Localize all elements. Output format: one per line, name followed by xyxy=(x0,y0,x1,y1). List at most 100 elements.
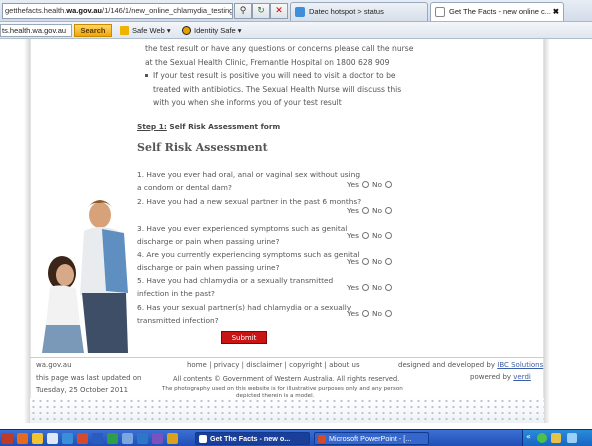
designer-link[interactable]: IBC Solutions xyxy=(497,361,543,369)
powerpoint-icon xyxy=(318,435,326,443)
footer-link-copyright[interactable]: copyright xyxy=(289,361,322,369)
no-label: No xyxy=(371,257,382,266)
excel-icon[interactable] xyxy=(107,433,118,444)
answer-4: Yes No xyxy=(347,257,395,266)
paint-icon[interactable] xyxy=(167,433,178,444)
footer-designed: designed and developed by IBC Solutions xyxy=(398,361,543,369)
submit-button[interactable]: Submit xyxy=(221,331,267,344)
footer-disclaimer-1: The photography used on this website is … xyxy=(162,386,403,392)
app-icon[interactable] xyxy=(152,433,163,444)
media-icon[interactable] xyxy=(122,433,133,444)
answer-1: Yes No xyxy=(347,180,395,189)
footer-link-about-us[interactable]: about us xyxy=(329,361,360,369)
network-icon[interactable] xyxy=(537,433,547,443)
firefox-icon[interactable] xyxy=(17,433,28,444)
security-icon[interactable] xyxy=(551,433,561,443)
info-text: the test result or have any questions or… xyxy=(145,42,415,110)
powered-prefix: powered by xyxy=(470,373,514,381)
address-path: /1/146/1/new_online_chlamydia_testing.pm xyxy=(102,6,233,15)
identity-safe-label: Identity Safe ▾ xyxy=(194,26,242,35)
page-icon xyxy=(199,435,207,443)
radio-yes-4[interactable] xyxy=(361,258,369,265)
tab-label: Get The Facts - new online c... xyxy=(449,7,551,16)
safe-web-label: Safe Web ▾ xyxy=(132,26,171,35)
close-tab-icon[interactable]: ✖ xyxy=(553,3,559,21)
windows-taskbar: Get The Facts - new o... Microsoft Power… xyxy=(0,429,592,446)
address-domain: wa.gov.au xyxy=(66,6,102,15)
powered-link[interactable]: verdi xyxy=(513,373,531,381)
start-icon[interactable] xyxy=(2,433,13,444)
toolbar: ts.health.wa.gov.au Search Safe Web ▾ Id… xyxy=(0,22,592,39)
toolbar-search-input[interactable]: ts.health.wa.gov.au xyxy=(0,24,72,37)
search-icon[interactable]: ⚲ xyxy=(234,3,252,19)
boy-jacket xyxy=(102,229,128,293)
question-1: 1. Have you ever had oral, anal or vagin… xyxy=(137,170,361,192)
yes-label: Yes xyxy=(347,180,359,189)
info-bullet: If your test result is positive you will… xyxy=(145,69,415,110)
refresh-icon[interactable]: ↻ xyxy=(252,3,270,19)
step-title: Self Risk Assessment form xyxy=(166,122,281,131)
footer-link-privacy[interactable]: privacy xyxy=(214,361,240,369)
stop-icon[interactable]: ✕ xyxy=(270,3,288,19)
step-heading: Step 1: Self Risk Assessment form xyxy=(137,122,280,131)
question-2: 2. Have you had a new sexual partner in … xyxy=(137,197,362,206)
panel-shadow-right xyxy=(544,39,550,423)
radio-no-1[interactable] xyxy=(385,181,392,188)
task-label: Get The Facts - new o... xyxy=(210,434,291,443)
radio-no-5[interactable] xyxy=(385,284,392,291)
footer-powered: powered by verdi xyxy=(470,373,531,381)
tab-get-the-facts[interactable]: Get The Facts - new online c... ✖ xyxy=(430,2,564,21)
radio-yes-3[interactable] xyxy=(361,232,369,239)
toolbar-search-button[interactable]: Search xyxy=(74,24,112,37)
radio-no-4[interactable] xyxy=(385,258,392,265)
yes-label: Yes xyxy=(347,283,359,292)
info-paragraph: the test result or have any questions or… xyxy=(145,44,414,67)
radio-yes-5[interactable] xyxy=(361,284,369,291)
address-bar[interactable]: getthefacts.health.wa.gov.au/1/146/1/new… xyxy=(2,3,233,19)
tab-datec[interactable]: Datec hotspot > status xyxy=(290,2,428,21)
boy-face xyxy=(89,202,111,228)
no-label: No xyxy=(371,180,382,189)
face-shape xyxy=(56,264,74,286)
volume-icon[interactable] xyxy=(567,433,577,443)
yes-label: Yes xyxy=(347,309,359,318)
skype-icon[interactable] xyxy=(137,433,148,444)
radio-no-2[interactable] xyxy=(385,207,392,214)
task-get-the-facts[interactable]: Get The Facts - new o... xyxy=(195,432,310,445)
ie-icon[interactable] xyxy=(62,433,73,444)
footer-separator: | xyxy=(284,361,287,369)
tray-expand-icon[interactable]: « xyxy=(526,432,531,441)
safe-web-menu[interactable]: Safe Web ▾ xyxy=(120,24,171,37)
answer-3: Yes No xyxy=(347,231,395,240)
notepad-icon[interactable] xyxy=(47,433,58,444)
system-tray: « xyxy=(522,430,592,446)
checkmark-icon xyxy=(120,26,129,35)
radio-yes-6[interactable] xyxy=(361,310,369,317)
yes-label: Yes xyxy=(347,206,359,215)
question-6: 6. Has your sexual partner(s) had chlamy… xyxy=(137,303,352,325)
footer-link-home[interactable]: home xyxy=(187,361,207,369)
powerpoint-icon[interactable] xyxy=(77,433,88,444)
identity-safe-menu[interactable]: Identity Safe ▾ xyxy=(182,24,242,37)
no-label: No xyxy=(371,231,382,240)
task-powerpoint[interactable]: Microsoft PowerPoint - [... xyxy=(314,432,429,445)
answer-2: Yes No xyxy=(347,206,395,215)
footer-link-disclaimer[interactable]: disclaimer xyxy=(246,361,282,369)
footer-separator: | xyxy=(241,361,244,369)
girl-top xyxy=(46,285,80,325)
page-title: Self Risk Assessment xyxy=(137,141,268,154)
answer-6: Yes No xyxy=(347,309,395,318)
yes-label: Yes xyxy=(347,231,359,240)
no-label: No xyxy=(371,206,382,215)
question-3: 3. Have you ever experienced symptoms su… xyxy=(137,224,348,246)
footer-updated-label: this page was last updated on xyxy=(36,374,142,382)
radio-no-6[interactable] xyxy=(385,310,392,317)
radio-yes-1[interactable] xyxy=(361,181,369,188)
answer-5: Yes No xyxy=(347,283,395,292)
folder-icon[interactable] xyxy=(32,433,43,444)
browser-titlebar: getthefacts.health.wa.gov.au/1/146/1/new… xyxy=(0,0,592,22)
radio-no-3[interactable] xyxy=(385,232,392,239)
no-label: No xyxy=(371,283,382,292)
word-icon[interactable] xyxy=(92,433,103,444)
radio-yes-2[interactable] xyxy=(361,207,369,214)
